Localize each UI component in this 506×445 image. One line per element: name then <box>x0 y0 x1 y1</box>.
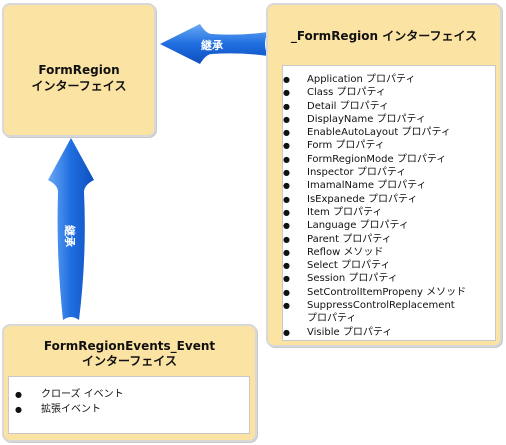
list-item: ● Select プロパティ <box>283 260 391 272</box>
form-region-box: FormRegion インターフェイス <box>2 3 156 137</box>
list-item: ● Language プロパティ <box>283 220 409 232</box>
form-region-title-line2: インターフェイス <box>31 79 127 93</box>
list-item: ● FormRegionMode プロパティ <box>283 153 447 165</box>
vertical-arrow-label: 継承 <box>63 225 76 247</box>
list-item: ● Application プロパティ <box>283 74 416 85</box>
list-item: ● EnableAutoLayout プロパティ <box>283 127 451 139</box>
underscore-form-region-list-panel: ● Application プロパティ ● Class プロパティ ● Detail … <box>282 65 496 341</box>
form-region-events-box: FormRegionEvents_Event インターフェイス ● クローズ イベ… <box>2 324 257 442</box>
list-item: ● DisplayName プロパティ <box>283 113 426 125</box>
underscore-form-region-box: _FormRegion インターフェイス ● Application プロパティ … <box>266 3 502 347</box>
form-region-title-line1: FormRegion <box>38 63 120 77</box>
form-region-events-list-panel: ● クローズ イベント ● 拡張イベント <box>8 376 250 434</box>
form-region-events-title-line1: FormRegionEvents_Event <box>43 339 216 353</box>
list-item: ● Detail プロパティ <box>283 100 390 112</box>
underscore-form-region-title: _FormRegion インターフェイス <box>290 29 478 43</box>
list-item: ● ImamalName プロパティ <box>283 180 427 192</box>
list-item: ● Parent プロパティ <box>283 233 392 245</box>
list-item: ● Inspector プロパティ <box>283 167 407 179</box>
horizontal-arrow-label: 継承 <box>201 39 223 52</box>
list-item: ● Form プロパティ <box>283 140 385 152</box>
list-item-continuation: プロパティ <box>307 313 357 325</box>
list-item: ● Class プロパティ <box>283 87 386 99</box>
list-item: ● Item プロパティ <box>283 206 383 218</box>
list-item: ● Session プロパティ <box>283 273 398 285</box>
list-item: ● クローズ イベント <box>15 389 124 400</box>
list-item: ● SuppressControlReplacement <box>283 300 455 312</box>
underscore-form-region-list: ● Application プロパティ ● Class プロパティ ● Detail … <box>283 73 467 339</box>
list-item: ● Reflow メソッド <box>283 246 384 258</box>
list-item: ● IsExpanede プロパティ <box>283 193 418 205</box>
list-item: ● SetControlItemPropeny メソッド <box>283 286 467 298</box>
form-region-events-title-line2: インターフェイス <box>82 354 177 368</box>
list-item: ● Visible プロパティ <box>283 326 393 338</box>
form-region-events-list: ● クローズ イベント ● 拡張イベント <box>15 387 124 417</box>
list-item: ● 拡張イベント <box>15 404 101 415</box>
